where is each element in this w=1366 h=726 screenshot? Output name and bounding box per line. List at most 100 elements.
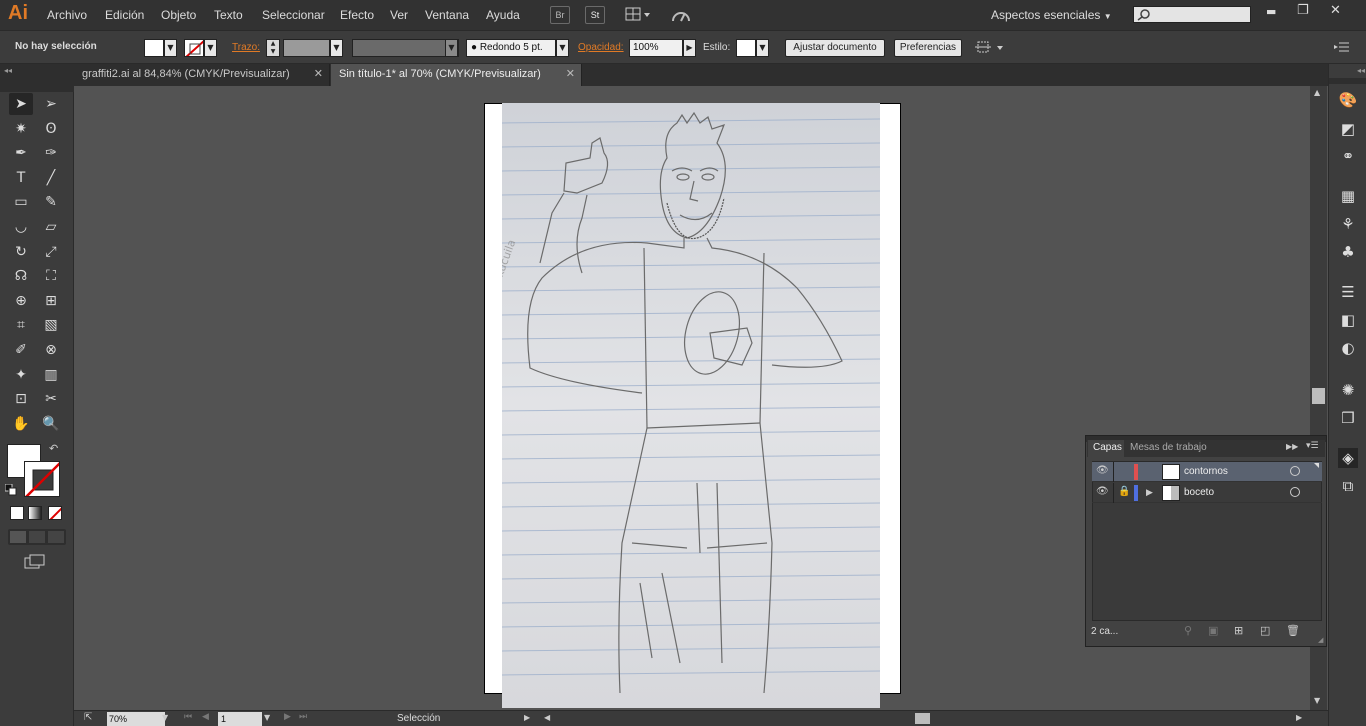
artboards-panel-icon[interactable]: ⧉ <box>1338 476 1358 496</box>
horizontal-scrollbar[interactable]: ◀ ▶ <box>540 711 1310 726</box>
expand-layer-icon[interactable]: ▶ <box>1146 487 1153 498</box>
stroke-color-box[interactable] <box>24 461 60 497</box>
menu-ver[interactable]: Ver <box>390 8 408 22</box>
tab-graffiti2[interactable]: graffiti2.ai al 84,84% (CMYK/Previsualiz… <box>74 64 330 86</box>
scroll-thumb[interactable] <box>1312 388 1325 404</box>
scroll-down-icon[interactable]: ▼ <box>1314 696 1320 705</box>
menu-objeto[interactable]: Objeto <box>161 8 196 22</box>
toolbar-grip[interactable] <box>0 86 74 92</box>
sketch-photo[interactable]: ©elHakucuila <box>502 103 880 708</box>
default-colors-icon[interactable] <box>4 483 17 496</box>
zoom-dropdown-icon[interactable]: ▼ <box>162 713 168 722</box>
expand-panels-icon[interactable]: ◂◂ <box>1357 66 1365 75</box>
column-graph-tool-icon[interactable]: ▥ <box>39 364 63 386</box>
last-artboard-icon[interactable]: ⏭ <box>299 712 307 722</box>
tab-mesas-de-trabajo[interactable]: Mesas de trabajo <box>1130 440 1207 456</box>
panel-collapse-icon[interactable]: ▶▶ <box>1286 442 1298 451</box>
resize-grip-icon[interactable]: ◢ <box>1318 636 1323 644</box>
style-dropdown[interactable]: ▼ <box>756 39 769 57</box>
slice-tool-icon[interactable]: ✂ <box>39 388 63 410</box>
paintbrush-tool-icon[interactable]: ✎ <box>39 191 63 213</box>
visibility-eye-icon[interactable]: 👁 <box>1096 486 1109 497</box>
swap-colors-icon[interactable]: ↶ <box>49 442 58 455</box>
brushes-icon[interactable]: ⚘ <box>1338 214 1358 234</box>
menu-efecto[interactable]: Efecto <box>340 8 374 22</box>
perspective-grid-tool-icon[interactable]: ⊞ <box>39 290 63 312</box>
free-transform-tool-icon[interactable]: ⛶ <box>39 265 63 287</box>
panel-menu-icon[interactable]: ▾☰ <box>1306 441 1319 451</box>
artboard-number-input[interactable]: 1 <box>218 712 262 726</box>
color-guide-icon[interactable]: ◩ <box>1338 119 1358 139</box>
draw-behind-icon[interactable] <box>29 531 45 543</box>
lasso-tool-icon[interactable]: ʘ <box>39 118 63 140</box>
type-tool-icon[interactable]: T <box>9 167 33 189</box>
brush-dropdown[interactable]: ▼ <box>556 39 569 57</box>
menu-archivo[interactable]: Archivo <box>47 8 87 22</box>
h-scroll-thumb[interactable] <box>915 713 930 724</box>
pen-tool-icon[interactable]: ✒ <box>9 142 33 164</box>
fill-swatch[interactable] <box>144 39 164 57</box>
screen-mode-icon[interactable] <box>24 554 46 570</box>
eyedropper-tool-icon[interactable]: ✐ <box>9 339 33 361</box>
delete-layer-icon[interactable]: 🗑 <box>1286 624 1300 637</box>
share-icon[interactable]: ⇱ <box>84 712 92 723</box>
stroke-swatch[interactable] <box>184 39 204 57</box>
fill-dropdown[interactable]: ▼ <box>164 39 177 57</box>
lock-icon[interactable]: 🔒 <box>1118 486 1130 497</box>
symbols-icon[interactable]: ♣ <box>1338 242 1358 262</box>
tab-close-icon[interactable]: ✕ <box>314 64 323 85</box>
preferences-button[interactable]: Preferencias <box>894 39 962 57</box>
scroll-right-icon[interactable]: ▶ <box>1296 713 1302 722</box>
trazo-label[interactable]: Trazo: <box>232 42 260 53</box>
gradient-mode-icon[interactable] <box>28 506 42 520</box>
variable-width-profile[interactable] <box>352 39 459 57</box>
rotate-tool-icon[interactable]: ↻ <box>9 241 33 263</box>
stroke-panel-icon[interactable]: ☰ <box>1338 282 1358 302</box>
new-layer-icon[interactable]: ◰ <box>1260 624 1270 637</box>
bridge-button[interactable]: Br <box>550 6 570 24</box>
style-swatch[interactable] <box>736 39 756 57</box>
opacity-label[interactable]: Opacidad: <box>578 42 624 53</box>
layer-name[interactable]: boceto <box>1184 487 1214 498</box>
transparency-icon[interactable]: ◐ <box>1338 338 1358 358</box>
search-input[interactable] <box>1133 6 1251 23</box>
line-tool-icon[interactable]: ╱ <box>39 167 63 189</box>
target-circle-icon[interactable] <box>1290 466 1300 476</box>
stroke-weight-input[interactable] <box>283 39 330 57</box>
gpu-performance-icon[interactable] <box>670 5 692 25</box>
curvature-tool-icon[interactable]: ✑ <box>39 142 63 164</box>
graphic-styles-icon[interactable]: ❒ <box>1338 408 1358 428</box>
menu-ayuda[interactable]: Ayuda <box>486 8 520 22</box>
visibility-eye-icon[interactable]: 👁 <box>1096 465 1109 476</box>
next-artboard-icon[interactable]: ▶ <box>284 712 291 722</box>
draw-normal-icon[interactable] <box>10 531 26 543</box>
color-mode-icon[interactable] <box>10 506 24 520</box>
restore-button[interactable]: ❐ <box>1297 3 1309 18</box>
new-sublayer-icon[interactable]: ⊞ <box>1234 624 1243 637</box>
css-properties-icon[interactable]: ⚭ <box>1338 146 1358 166</box>
none-mode-icon[interactable] <box>48 506 62 520</box>
selection-tool-icon[interactable]: ➤ <box>9 93 33 115</box>
swatches-icon[interactable]: ▦ <box>1338 186 1358 206</box>
tab-sin-titulo-1[interactable]: Sin título-1* al 70% (CMYK/Previsualizar… <box>331 64 582 86</box>
menu-seleccionar[interactable]: Seleccionar <box>262 8 325 22</box>
menu-texto[interactable]: Texto <box>214 8 243 22</box>
zoom-input[interactable]: 70% <box>107 712 165 726</box>
zoom-tool-icon[interactable]: 🔍 <box>39 413 63 435</box>
panel-menu-icon[interactable] <box>1334 40 1350 54</box>
draw-inside-icon[interactable] <box>48 531 64 543</box>
scale-tool-icon[interactable]: ⤢ <box>39 241 63 263</box>
close-button[interactable]: ✕ <box>1330 3 1341 18</box>
shaper-tool-icon[interactable]: ◡ <box>9 216 33 238</box>
scroll-left-icon[interactable]: ◀ <box>544 713 550 722</box>
make-clipping-mask-icon[interactable]: ▣ <box>1208 624 1218 637</box>
stroke-weight-stepper[interactable]: ▲ ▼ <box>266 39 280 57</box>
artboard-dropdown-icon[interactable]: ▼ <box>264 713 270 722</box>
collapse-toolbar-icon[interactable]: ◂◂ <box>4 66 12 75</box>
appearance-icon[interactable]: ✺ <box>1338 380 1358 400</box>
hand-tool-icon[interactable]: ✋ <box>9 413 33 435</box>
workspace-switcher[interactable]: Aspectos esenciales ▼ <box>991 8 1112 22</box>
rectangle-tool-icon[interactable]: ▭ <box>9 191 33 213</box>
menu-edicion[interactable]: Edición <box>105 8 144 22</box>
magic-wand-tool-icon[interactable]: ✷ <box>9 118 33 140</box>
